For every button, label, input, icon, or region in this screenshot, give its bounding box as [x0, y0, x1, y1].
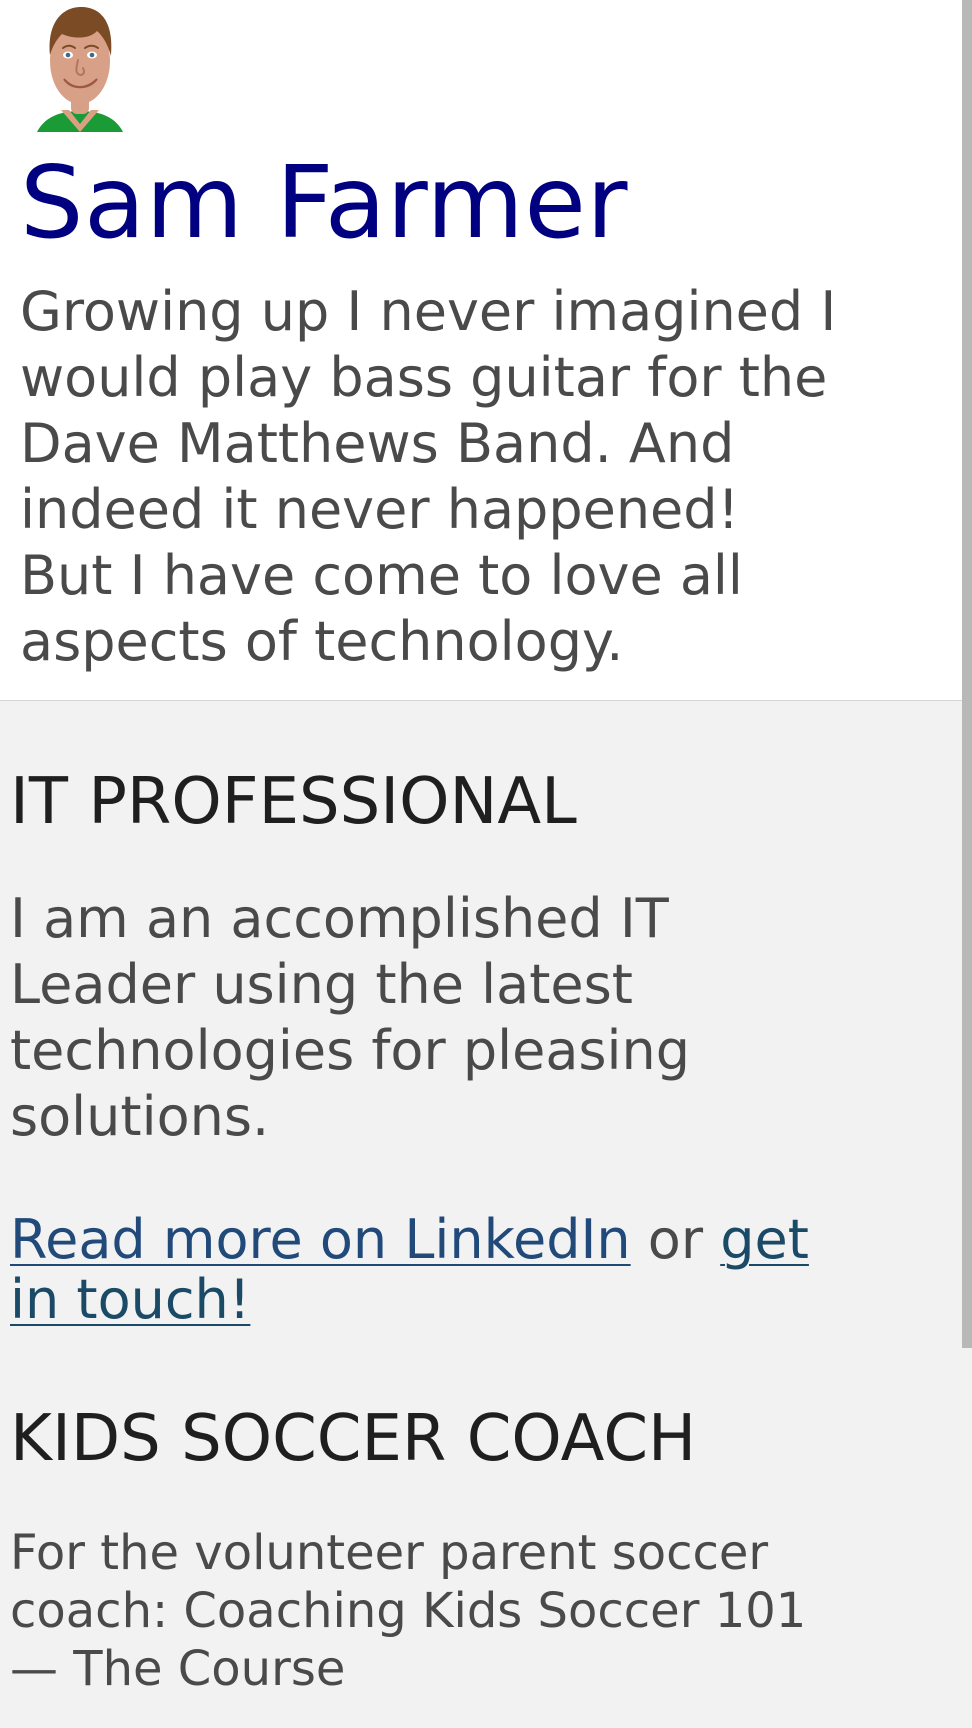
section-title-it: IT PROFESSIONAL [10, 765, 577, 839]
contact-links: Read more on LinkedIn or get in touch! [10, 1210, 910, 1330]
link-separator: or [630, 1208, 721, 1271]
kids-soccer-coach-section: KIDS SOCCER COACH For the volunteer pare… [10, 1407, 910, 1698]
linkedin-link[interactable]: Read more on LinkedIn [10, 1208, 631, 1271]
profile-name: Sam Farmer [20, 144, 628, 261]
avatar [33, 0, 127, 132]
profile-photo-icon [33, 0, 127, 132]
it-professional-section: IT PROFESSIONAL I am an accomplished IT … [10, 770, 910, 1330]
vertical-scrollbar[interactable] [962, 0, 972, 1348]
it-description: I am an accomplished IT Leader using the… [10, 887, 691, 1148]
soccer-description: For the volunteer parent soccer coach: C… [10, 1525, 807, 1697]
profile-page: Sam Farmer Growing up I never imagined I… [0, 0, 972, 1728]
section-title-soccer: KIDS SOCCER COACH [10, 1402, 697, 1476]
profile-tagline: Growing up I never imagined I would play… [20, 280, 837, 673]
profile-header: Sam Farmer Growing up I never imagined I… [0, 0, 962, 701]
